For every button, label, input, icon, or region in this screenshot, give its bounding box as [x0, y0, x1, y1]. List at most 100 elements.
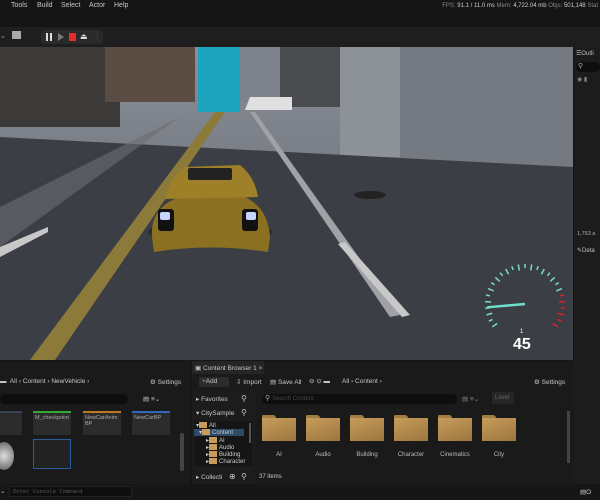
speedometer-gauge: [485, 264, 565, 328]
save-all-button[interactable]: ▤ Save All: [270, 378, 301, 386]
folder-icon: [199, 422, 208, 428]
search-icon[interactable]: ⚲: [241, 408, 247, 417]
folder-icon: [209, 451, 218, 457]
menu-actor[interactable]: Actor: [89, 2, 105, 9]
folder-label: Building: [356, 452, 378, 458]
folder-cinematics[interactable]: [438, 415, 472, 441]
gauge-tick: [491, 322, 498, 328]
folder-ai[interactable]: [262, 415, 296, 441]
filter-icon[interactable]: ▤ ≡⌄: [143, 395, 160, 403]
gear-icon: ⚙: [150, 379, 156, 386]
folder-character[interactable]: [394, 415, 428, 441]
folder-icon: [209, 458, 218, 464]
project-section[interactable]: ▾ CitySample: [196, 409, 234, 417]
folder-icon: [438, 418, 472, 441]
forward-icon[interactable]: ⊙: [316, 378, 321, 385]
outliner-search[interactable]: ⚲: [576, 62, 600, 72]
gauge-tick: [536, 265, 539, 271]
filter-icon[interactable]: ▤ ≡⌄: [462, 395, 479, 403]
crumb-all[interactable]: All: [10, 378, 17, 385]
chevron-down-icon[interactable]: ⌄: [0, 487, 5, 495]
tree-item-building[interactable]: ▸ Building: [206, 451, 240, 458]
folder-icon: [482, 418, 516, 441]
add-label: Add: [205, 378, 218, 385]
add-button[interactable]: +Add: [199, 377, 229, 387]
scrollbar[interactable]: [567, 411, 570, 463]
folder-icon: ▬: [0, 378, 7, 385]
collections-section[interactable]: ▸ Collecti: [196, 473, 222, 481]
asset-tile[interactable]: ne_w: [0, 411, 22, 435]
details-title: Deta: [582, 248, 595, 254]
gauge-tick: [505, 268, 510, 275]
tree-item-character[interactable]: ▸ Character: [206, 458, 245, 465]
menu-build[interactable]: Build: [37, 2, 53, 9]
folder-icon: [202, 429, 211, 435]
level-filter[interactable]: Level: [492, 392, 514, 404]
menu-tools[interactable]: Tools: [11, 2, 27, 9]
stop-icon[interactable]: [69, 33, 76, 41]
tree-scrollbar[interactable]: [249, 423, 251, 443]
output-log-label: O: [586, 489, 592, 496]
tree-item-all[interactable]: ▾ All: [196, 422, 216, 429]
pause-icon[interactable]: [46, 33, 48, 41]
folder-label: City: [493, 452, 505, 458]
folder-icon: [209, 444, 218, 450]
menu-select[interactable]: Select: [61, 2, 80, 9]
tree-item-content[interactable]: ▾ Content: [194, 429, 244, 436]
selected-asset-tile[interactable]: [33, 439, 71, 469]
history-nav[interactable]: ⊖ ⊙ ▬: [309, 377, 330, 385]
folder-audio[interactable]: [306, 415, 340, 441]
folder-building[interactable]: [350, 415, 384, 441]
search-input[interactable]: [0, 394, 128, 404]
outliner-panel: ☰Outli ⚲ ◉ ▮ 1,763 a ✎Deta: [574, 47, 600, 484]
console-input[interactable]: Enter Console Command: [9, 486, 132, 497]
folder-label: Cinematics: [440, 452, 470, 458]
scrollbar[interactable]: [180, 433, 184, 471]
visibility-icon[interactable]: ◉ ▮: [577, 76, 587, 83]
fps-value: 91.1: [457, 3, 469, 9]
stat-label: Stat: [587, 3, 598, 9]
chevron-down-icon[interactable]: ⌄: [0, 32, 6, 40]
frame-ms: / 11.0 ms: [470, 3, 495, 9]
back-icon[interactable]: ⊖: [309, 378, 314, 385]
add-collection-icon[interactable]: ⊕: [229, 472, 236, 481]
search-icon[interactable]: ⚲: [241, 472, 247, 481]
gauge-tick: [546, 272, 551, 277]
asset-tile[interactable]: NewCarAnim BP: [83, 411, 121, 435]
menu-help[interactable]: Help: [114, 2, 128, 9]
tab-label: Content Browser 1: [202, 365, 257, 372]
tree-item-ai[interactable]: ▸ AI: [206, 437, 225, 444]
close-icon[interactable]: ×: [259, 365, 263, 372]
search-icon[interactable]: ⚲: [241, 394, 247, 403]
details-tab[interactable]: ✎Deta: [577, 247, 595, 254]
settings-button[interactable]: ⚙ Settings: [150, 378, 181, 386]
objs-value: 501,148: [563, 3, 586, 9]
output-log-button[interactable]: ▤O: [580, 488, 591, 496]
import-button[interactable]: ⇩ Import: [236, 378, 262, 386]
save-icon: ▤: [270, 379, 277, 386]
asset-tile[interactable]: M_checkpoint: [33, 411, 71, 435]
outliner-tab[interactable]: ☰Outli: [576, 50, 594, 57]
item-count: 37 items: [259, 474, 282, 480]
eject-icon[interactable]: ⏏: [80, 32, 88, 41]
search-content-input[interactable]: ⚲ Search Content: [262, 394, 457, 404]
outliner-title: Outli: [581, 51, 594, 57]
settings-button[interactable]: ⚙ Settings: [534, 378, 565, 386]
step-icon[interactable]: [58, 33, 64, 41]
tab-content-browser-1[interactable]: ▣ Content Browser 1 ×: [192, 361, 264, 374]
crumb-content[interactable]: Content: [355, 378, 378, 385]
crumb-all[interactable]: All: [342, 378, 349, 385]
level-viewport[interactable]: 1 45: [0, 47, 573, 360]
content-browser-icon: ▣: [195, 365, 202, 372]
asset-tile[interactable]: NewCarBP: [132, 411, 170, 435]
crumb-newvehicle[interactable]: NewVehicle: [51, 378, 85, 385]
sources-panel: ▸ Favorites ⚲ ▾ CitySample ⚲ ▾ All ▾ Conte…: [192, 391, 255, 484]
cinematics-icon[interactable]: [12, 31, 21, 39]
tree-item-audio[interactable]: ▸ Audio: [206, 444, 234, 451]
more-icon[interactable]: ⋮: [93, 32, 101, 41]
favorites-section[interactable]: ▸ Favorites: [196, 395, 228, 403]
crumb-content[interactable]: Content: [23, 378, 46, 385]
folder-city[interactable]: [482, 415, 516, 441]
breadcrumb: All › Content ›: [342, 378, 382, 385]
tree-label: Content: [212, 430, 234, 436]
